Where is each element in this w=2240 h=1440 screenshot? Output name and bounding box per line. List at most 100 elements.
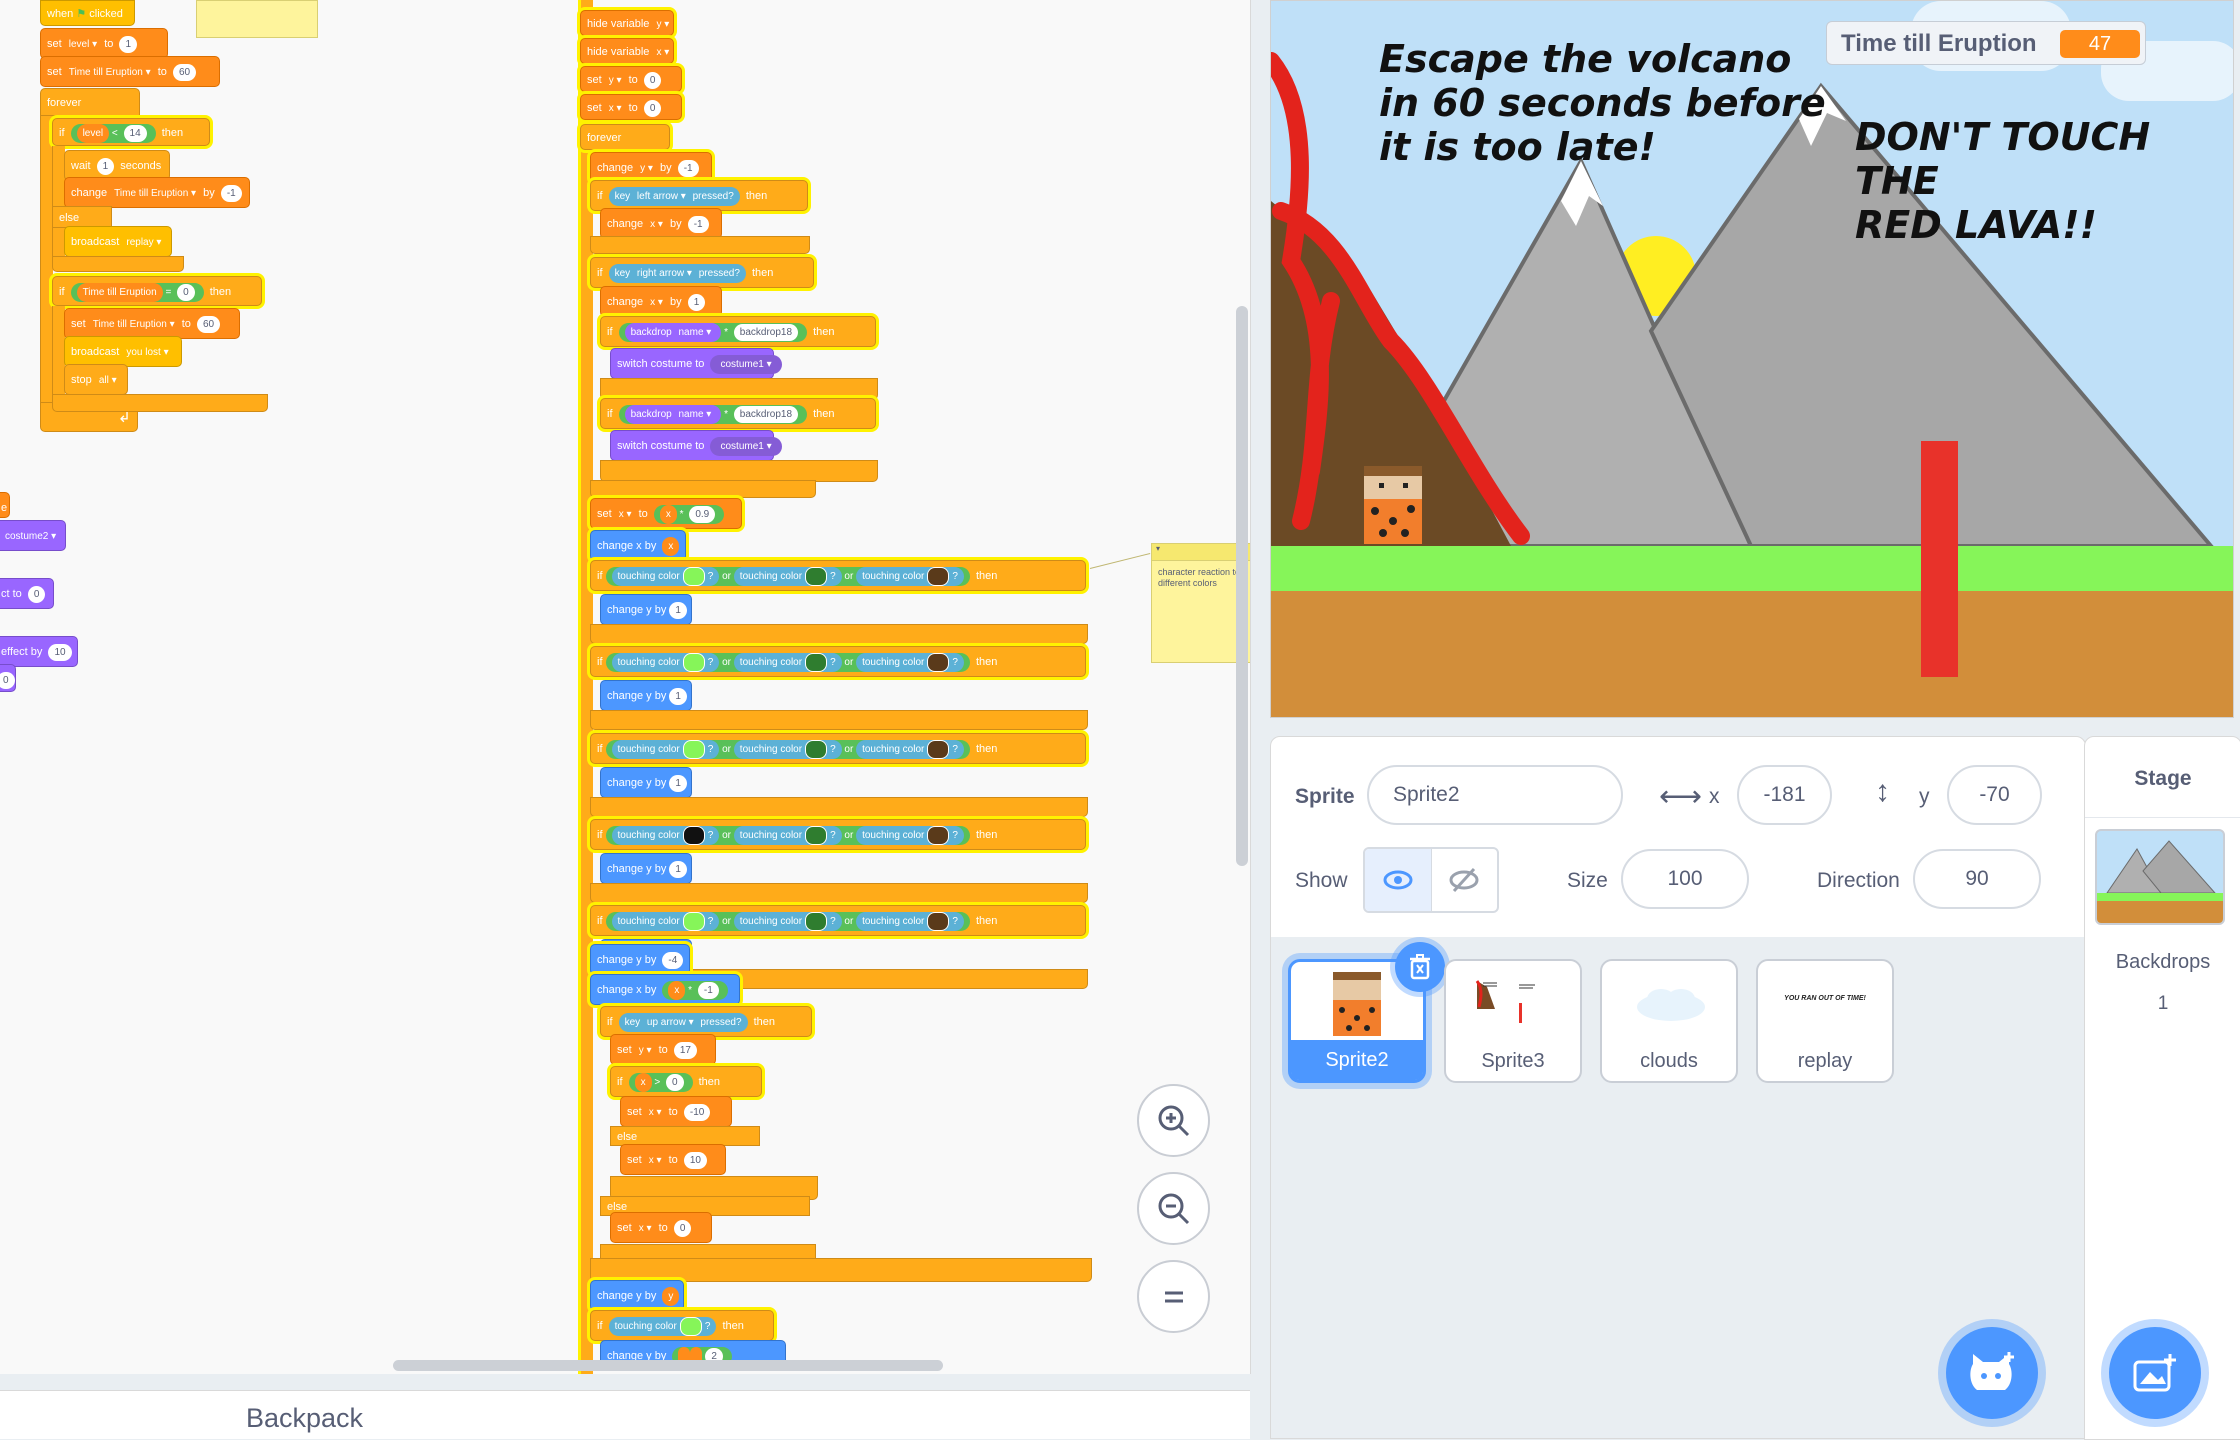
horizontal-scrollbar[interactable] bbox=[393, 1360, 943, 1371]
hide-button[interactable] bbox=[1432, 849, 1498, 911]
one-value[interactable]: 1 bbox=[669, 774, 687, 792]
time-zero[interactable]: 0 bbox=[177, 283, 195, 301]
y-position-input[interactable]: -70 bbox=[1947, 765, 2042, 825]
one-value[interactable]: 1 bbox=[669, 860, 687, 878]
change-value[interactable]: -1 bbox=[220, 184, 242, 202]
zero-value[interactable]: 0 bbox=[665, 1073, 684, 1091]
backdrop18-value[interactable]: backdrop18 bbox=[733, 323, 799, 341]
touching-color-sensor[interactable]: touching color? bbox=[733, 566, 842, 586]
y-dropdown[interactable]: y bbox=[605, 68, 626, 94]
color-swatch[interactable] bbox=[927, 825, 950, 845]
time-reset-value[interactable]: 60 bbox=[196, 315, 221, 333]
change-y-by-y-block[interactable]: change y by y bbox=[590, 1280, 684, 1311]
color-swatch[interactable] bbox=[682, 911, 705, 931]
right-step-value[interactable]: 1 bbox=[687, 293, 706, 311]
backdrop-eq-operator[interactable]: backdrop name * backdrop18 bbox=[618, 322, 808, 342]
backpack-bar[interactable]: Backpack bbox=[0, 1390, 1250, 1439]
broadcast-replay-block[interactable]: broadcast replay bbox=[64, 226, 172, 257]
change-effect-block[interactable]: effect by 10 bbox=[0, 636, 78, 667]
choose-backdrop-button[interactable] bbox=[2109, 1327, 2201, 1419]
zoom-out-button[interactable] bbox=[1137, 1172, 1210, 1245]
change-y-by-minus4-block[interactable]: change y by -4 bbox=[590, 944, 690, 975]
color-swatch[interactable] bbox=[927, 911, 950, 931]
switch-costume1-block-1[interactable]: switch costume to costume1 bbox=[610, 348, 782, 379]
variable-monitor[interactable]: Time till Eruption 47 bbox=[1826, 21, 2146, 65]
time-value[interactable]: 60 bbox=[172, 63, 197, 81]
zoom-reset-button[interactable] bbox=[1137, 1260, 1210, 1333]
touching-color-sensor[interactable]: touching color? bbox=[856, 652, 964, 672]
time-dropdown[interactable]: Time till Eruption bbox=[65, 57, 155, 88]
set-x-friction-block[interactable]: set x to x * 0.9 bbox=[590, 498, 742, 529]
level-value[interactable]: 1 bbox=[119, 35, 138, 53]
or-operator[interactable]: touching color? or touching color? or to… bbox=[605, 739, 970, 759]
set-effect-block[interactable]: ct to 0 bbox=[0, 578, 54, 609]
color-swatch[interactable] bbox=[805, 739, 828, 759]
sprite-tile-sprite2[interactable]: Sprite2 bbox=[1288, 942, 1445, 1083]
stage-canvas[interactable]: Escape the volcano in 60 seconds before … bbox=[1270, 0, 2234, 718]
change-y-by-1-block[interactable]: change y by1 bbox=[600, 680, 692, 711]
switch-costume2-block[interactable]: costume2 bbox=[0, 520, 66, 551]
touching-color-sensor[interactable]: touching color? bbox=[856, 825, 964, 845]
size-input[interactable]: 100 bbox=[1621, 849, 1749, 909]
backdrop-name-dropdown[interactable]: name bbox=[674, 323, 715, 342]
color-swatch[interactable] bbox=[679, 1316, 702, 1336]
x-reporter[interactable]: x bbox=[668, 980, 686, 1000]
if-left-arrow-block[interactable]: if key left arrow pressed? then bbox=[590, 180, 808, 211]
jump-value[interactable]: 17 bbox=[673, 1041, 697, 1059]
color-swatch[interactable] bbox=[927, 566, 950, 586]
friction-value[interactable]: 0.9 bbox=[689, 505, 716, 523]
up-arrow-dropdown[interactable]: up arrow bbox=[643, 1013, 698, 1032]
partial-hint-block[interactable]: e bbox=[0, 492, 10, 518]
if-right-arrow-block[interactable]: if key right arrow pressed? then bbox=[590, 257, 814, 288]
key-pressed-sensor[interactable]: key right arrow pressed? bbox=[608, 263, 746, 283]
code-area[interactable]: when ⚑ clicked set level to 1 set Time t… bbox=[0, 0, 1251, 1374]
partial-last-block[interactable]: 0 bbox=[0, 664, 16, 692]
change-y-gravity-block[interactable]: change y by -1 bbox=[590, 152, 712, 183]
x-dropdown[interactable]: x bbox=[646, 287, 667, 318]
set-y-17-block[interactable]: set y to 17 bbox=[610, 1034, 716, 1065]
replay-dropdown[interactable]: replay bbox=[122, 227, 165, 258]
color-swatch[interactable] bbox=[927, 652, 950, 672]
set-x-0-block[interactable]: set x to 0 bbox=[610, 1212, 712, 1243]
time-dropdown[interactable]: Time till Eruption bbox=[110, 178, 200, 209]
or-operator[interactable]: touching color? or touching color? or to… bbox=[605, 566, 970, 586]
wait-value[interactable]: 1 bbox=[96, 157, 115, 175]
touching-color-sensor[interactable]: touching color? bbox=[611, 911, 720, 931]
touching-color-sensor[interactable]: touching color? bbox=[856, 911, 964, 931]
set-time-reset-block[interactable]: set Time till Eruption to 60 bbox=[64, 308, 240, 339]
if-x-gt-0-block[interactable]: if x > 0 then bbox=[610, 1066, 762, 1097]
change-y-by-1-block[interactable]: change y by1 bbox=[600, 767, 692, 798]
stop-all-block[interactable]: stop all bbox=[64, 364, 128, 395]
touching-color-sensor[interactable]: touching color? bbox=[733, 825, 842, 845]
comment-note-top[interactable] bbox=[196, 0, 318, 38]
ten-value[interactable]: 10 bbox=[683, 1151, 707, 1169]
minus1-value[interactable]: -1 bbox=[697, 981, 719, 999]
touching-color-sensor[interactable]: touching color? bbox=[611, 739, 720, 759]
x-reporter[interactable]: x bbox=[662, 536, 680, 556]
multiply-operator[interactable]: x * 0.9 bbox=[653, 504, 725, 524]
minus4-value[interactable]: -4 bbox=[662, 951, 684, 969]
costume2-dropdown[interactable]: costume2 bbox=[1, 521, 60, 552]
color-swatch[interactable] bbox=[805, 911, 828, 931]
x-dropdown[interactable]: x bbox=[605, 96, 626, 122]
x-position-input[interactable]: -181 bbox=[1737, 765, 1832, 825]
change-x-by-x-block[interactable]: change x by x bbox=[590, 530, 686, 561]
set-x-zero-block[interactable]: set x to 0 bbox=[580, 94, 682, 120]
broadcast-youlost-block[interactable]: broadcast you lost bbox=[64, 336, 182, 367]
if-time-block[interactable]: if Time till Eruption = 0 then bbox=[52, 276, 262, 306]
youlost-dropdown[interactable]: you lost bbox=[122, 337, 172, 368]
change-y-by-1-block[interactable]: change y by1 bbox=[600, 853, 692, 884]
level-reporter[interactable]: level bbox=[76, 123, 110, 143]
if-touching-color-bottom-block[interactable]: if touching color? then bbox=[590, 1310, 774, 1341]
if-touching-color-block[interactable]: if touching color? or touching color? or … bbox=[590, 905, 1086, 936]
zero-value[interactable]: 0 bbox=[673, 1219, 692, 1237]
or-operator[interactable]: touching color? or touching color? or to… bbox=[605, 825, 970, 845]
forever-block[interactable]: forever bbox=[40, 88, 140, 116]
change-y-by-1-block[interactable]: change y by1 bbox=[600, 594, 692, 625]
touching-color-sensor[interactable]: touching color? bbox=[856, 566, 964, 586]
color-swatch[interactable] bbox=[805, 566, 828, 586]
color-swatch[interactable] bbox=[682, 739, 705, 759]
color-swatch[interactable] bbox=[682, 652, 705, 672]
or-operator[interactable]: touching color? or touching color? or to… bbox=[605, 911, 970, 931]
change-x-left-block[interactable]: change x by -1 bbox=[600, 208, 722, 239]
